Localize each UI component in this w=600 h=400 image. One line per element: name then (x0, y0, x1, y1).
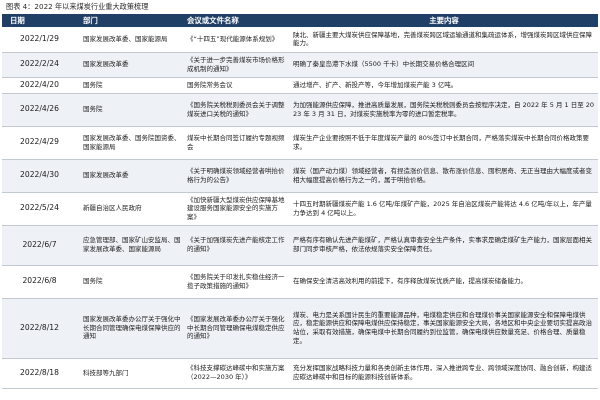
table-row: 2022/8/12 国家发展改革委办公厅关于强化中长期合同管理确保电煤保障供应的… (2, 298, 598, 359)
cell-dept: 国家发展改革委 (80, 159, 184, 193)
cell-name: 《国家发展改革委办公厅关于强化中长期合同管理确保电煤稳定供应的通知》 (184, 298, 290, 359)
table-row: 2022/2/24 国家发展改革委 《关于进一步完善煤炭市场价格形成机制的通知》… (2, 52, 598, 78)
cell-name: 《科技支撑碳达峰碳中和实施方案（2022—2030 年）》 (184, 358, 290, 389)
cell-dept: 国务院 (80, 77, 184, 94)
table-row: 2022/1/29 国家发展改革委、国家能源局 《“十四五”现代能源体系规划》 … (2, 27, 598, 53)
table-row: 2022/6/8 国务院 《国务院关于印发扎实稳住经济一揽子政策措施的通知》 在… (2, 265, 598, 299)
cell-content: 在确保安全清洁高效利用的前提下，有序释放煤炭优质产能，提高煤炭储备能力。 (290, 265, 598, 299)
cell-content: 明确了秦皇岛港下水煤（5500 千卡）中长期交易价格合理区间 (290, 52, 598, 78)
cell-date: 2022/2/24 (2, 52, 80, 78)
cell-name: 《国务院关税税则委员会关于调整煤炭进口关税的通知》 (184, 93, 290, 127)
cell-dept: 科技部等九部门 (80, 358, 184, 389)
cell-date: 2022/4/30 (2, 159, 80, 193)
cell-name: 国务院常务会议 (184, 77, 290, 94)
table-row: 2022/4/29 国家发展改革委、国务院国资委、国家能源局 煤炭中长期合同签订… (2, 126, 598, 160)
cell-content: 严格有序有确认先进产能煤矿，严格认真审查安全生产条件，实事求是确定煤矿生产能力，… (290, 225, 598, 266)
cell-date: 2022/4/29 (2, 126, 80, 160)
table-row: 2022/4/26 国务院 《国务院关税税则委员会关于调整煤炭进口关税的通知》 … (2, 93, 598, 127)
cell-name: 《关于加强煤炭先进产能核定工作的通知》 (184, 225, 290, 266)
cell-date: 2022/6/7 (2, 225, 80, 266)
cell-dept: 应急管理部、国家矿山安监局、国家发展改革委、国家能源局 (80, 225, 184, 266)
cell-content: 为加强能源供应保障，推进高质量发展，国务院关税税则委员会按程序决定，自 2022… (290, 93, 598, 127)
policy-table: 日期 部门 会议或文件名称 主要内容 2022/1/29 国家发展改革委、国家能… (2, 14, 598, 389)
cell-name: 《“十四五”现代能源体系规划》 (184, 27, 290, 53)
figure-caption: 图表 4：2022 年以来煤炭行业重大政策梳理 (6, 2, 149, 11)
table-row: 2022/8/18 科技部等九部门 《科技支撑碳达峰碳中和实施方案（2022—2… (2, 358, 598, 389)
cell-content: 陕北、新疆主要大煤炭供应保障基地，完善煤炭跨区域运输通道和集疏运体系，增强煤炭跨… (290, 27, 598, 53)
cell-content: 煤炭生产企业要按照不低于年度煤炭产量的 80%签订中长期合同，严格落实煤炭中长期… (290, 126, 598, 160)
cell-dept: 新疆自治区人民政府 (80, 192, 184, 226)
table-row: 2022/4/30 国家发展改革委 《关于明确煤炭领域经营者哄抬价格行为的公告》… (2, 159, 598, 193)
cell-date: 2022/8/18 (2, 358, 80, 389)
table-row: 2022/5/24 新疆自治区人民政府 《加快新疆大型煤炭供应保障基地建设服务国… (2, 192, 598, 226)
cell-content: 煤炭、电力是关系国计民生的重要能源品种，电煤稳定供应和合理煤价事关国家能源安全和… (290, 298, 598, 359)
cell-date: 2022/6/8 (2, 265, 80, 299)
cell-name: 《加快新疆大型煤炭供应保障基地建设服务国家能源安全的实施方案》 (184, 192, 290, 226)
table-row: 2022/6/7 应急管理部、国家矿山安监局、国家发展改革委、国家能源局 《关于… (2, 225, 598, 266)
cell-name: 《关于明确煤炭领域经营者哄抬价格行为的公告》 (184, 159, 290, 193)
cell-dept: 国务院 (80, 93, 184, 127)
header-content: 主要内容 (290, 14, 598, 27)
cell-date: 2022/5/24 (2, 192, 80, 226)
header-dept: 部门 (80, 14, 184, 27)
cell-content: 通过增产、扩产、新投产等，今年增加煤炭产能 3 亿吨。 (290, 77, 598, 94)
cell-dept: 国家发展改革委 (80, 52, 184, 78)
cell-content: 煤炭（国产动力煤）领域经营者，有捏造涨价信息、散布涨价信息、囤积居奇、无正当理由… (290, 159, 598, 193)
table-header-row: 日期 部门 会议或文件名称 主要内容 (2, 14, 598, 27)
cell-dept: 国务院 (80, 265, 184, 299)
cell-date: 2022/1/29 (2, 27, 80, 53)
cell-date: 2022/4/20 (2, 77, 80, 94)
cell-name: 《国务院关于印发扎实稳住经济一揽子政策措施的通知》 (184, 265, 290, 299)
cell-content: 充分发挥国家战略科技力量和各类创新主体作用，深入推进跨专业、跨领域深度协同、融合… (290, 358, 598, 389)
cell-dept: 国家发展改革委、国务院国资委、国家能源局 (80, 126, 184, 160)
cell-dept: 国家发展改革委办公厅关于强化中长期合同管理确保电煤保障供应的通知 (80, 298, 184, 359)
cell-content: 十四五时期新疆煤炭产能 1.6 亿吨/年煤矿产能，2025 年自治区煤炭产能将达… (290, 192, 598, 226)
cell-dept: 国家发展改革委、国家能源局 (80, 27, 184, 53)
table-row: 2022/4/20 国务院 国务院常务会议 通过增产、扩产、新投产等，今年增加煤… (2, 77, 598, 94)
cell-date: 2022/4/26 (2, 93, 80, 127)
header-date: 日期 (2, 14, 80, 27)
cell-name: 煤炭中长期合同签订履约专题视频会 (184, 126, 290, 160)
cell-date: 2022/8/12 (2, 298, 80, 359)
cell-name: 《关于进一步完善煤炭市场价格形成机制的通知》 (184, 52, 290, 78)
header-name: 会议或文件名称 (184, 14, 290, 27)
